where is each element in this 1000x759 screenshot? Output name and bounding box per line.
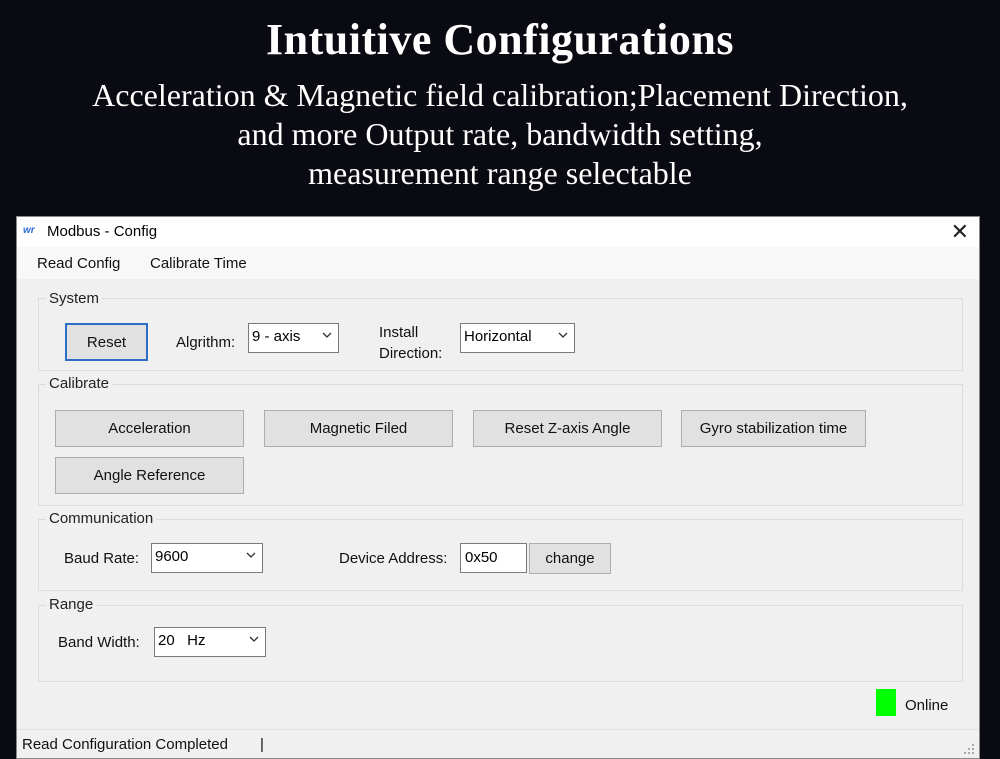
window-title: Modbus - Config [47, 223, 158, 240]
device-address-value: 0x50 [465, 549, 498, 566]
install-label-line-1: Install [379, 324, 419, 341]
range-group-label: Range [46, 596, 97, 613]
chevron-down-icon [558, 332, 568, 338]
resize-grip-icon[interactable] [963, 743, 975, 755]
communication-group-label: Communication [46, 510, 157, 527]
menu-read-config[interactable]: Read Config [37, 255, 120, 272]
status-message: Read Configuration Completed [22, 736, 228, 753]
banner-subtitle-line-2: and more Output rate, bandwidth setting, [237, 116, 763, 152]
reset-button[interactable]: Reset [65, 323, 148, 361]
status-separator: | [260, 736, 264, 753]
device-address-label: Device Address: [339, 550, 448, 567]
install-direction-value: Horizontal [464, 328, 532, 345]
gyro-stabilization-time-button[interactable]: Gyro stabilization time [681, 410, 866, 447]
calibrate-magnetic-button[interactable]: Magnetic Filed [264, 410, 453, 447]
calibrate-acceleration-button[interactable]: Acceleration [55, 410, 244, 447]
close-icon[interactable]: ✕ [951, 219, 969, 245]
algorithm-value: 9 - axis [252, 328, 301, 345]
reset-button-label: Reset [86, 333, 127, 351]
config-window: wr Modbus - Config ✕ Read Config Calibra… [16, 216, 980, 759]
app-logo-icon: wr [23, 225, 35, 236]
reset-z-axis-angle-button[interactable]: Reset Z-axis Angle [473, 410, 662, 447]
baud-rate-label: Baud Rate: [64, 550, 140, 567]
chevron-down-icon [322, 332, 332, 338]
menu-calibrate-time[interactable]: Calibrate Time [150, 255, 247, 272]
system-group-label: System [46, 290, 103, 307]
device-address-input[interactable]: 0x50 [460, 543, 527, 573]
angle-reference-button[interactable]: Angle Reference [55, 457, 244, 494]
gyro-stabilization-time-label: Gyro stabilization time [699, 420, 848, 437]
change-address-button[interactable]: change [529, 543, 611, 574]
calibrate-group-label: Calibrate [46, 375, 113, 392]
banner-subtitle-line-1: Acceleration & Magnetic field calibratio… [92, 77, 908, 113]
algorithm-label: Algrithm: [176, 334, 236, 351]
title-bar: wr Modbus - Config ✕ [17, 217, 979, 247]
reset-z-axis-angle-label: Reset Z-axis Angle [504, 420, 631, 437]
angle-reference-label: Angle Reference [93, 467, 206, 484]
calibrate-magnetic-label: Magnetic Filed [309, 420, 408, 437]
chevron-down-icon [246, 552, 256, 558]
calibrate-acceleration-label: Acceleration [108, 420, 191, 437]
algorithm-select[interactable]: 9 - axis [248, 323, 339, 353]
band-width-value: 20 Hz [158, 632, 206, 649]
promo-banner: Intuitive Configurations Acceleration & … [0, 0, 1000, 215]
baud-rate-select[interactable]: 9600 [151, 543, 263, 573]
online-status-label: Online [905, 697, 949, 714]
status-bar: Read Configuration Completed | [17, 729, 979, 758]
menu-bar: Read Config Calibrate Time [17, 247, 979, 279]
band-width-label: Band Width: [58, 634, 140, 651]
banner-title: Intuitive Configurations [266, 15, 734, 64]
install-label-line-2: Direction: [379, 345, 443, 362]
chevron-down-icon [249, 636, 259, 642]
band-width-select[interactable]: 20 Hz [154, 627, 266, 657]
install-direction-select[interactable]: Horizontal [460, 323, 575, 353]
banner-subtitle-line-3: measurement range selectable [308, 155, 692, 191]
baud-rate-value: 9600 [155, 548, 189, 565]
online-status-indicator [876, 689, 896, 716]
change-address-label: change [545, 550, 595, 567]
